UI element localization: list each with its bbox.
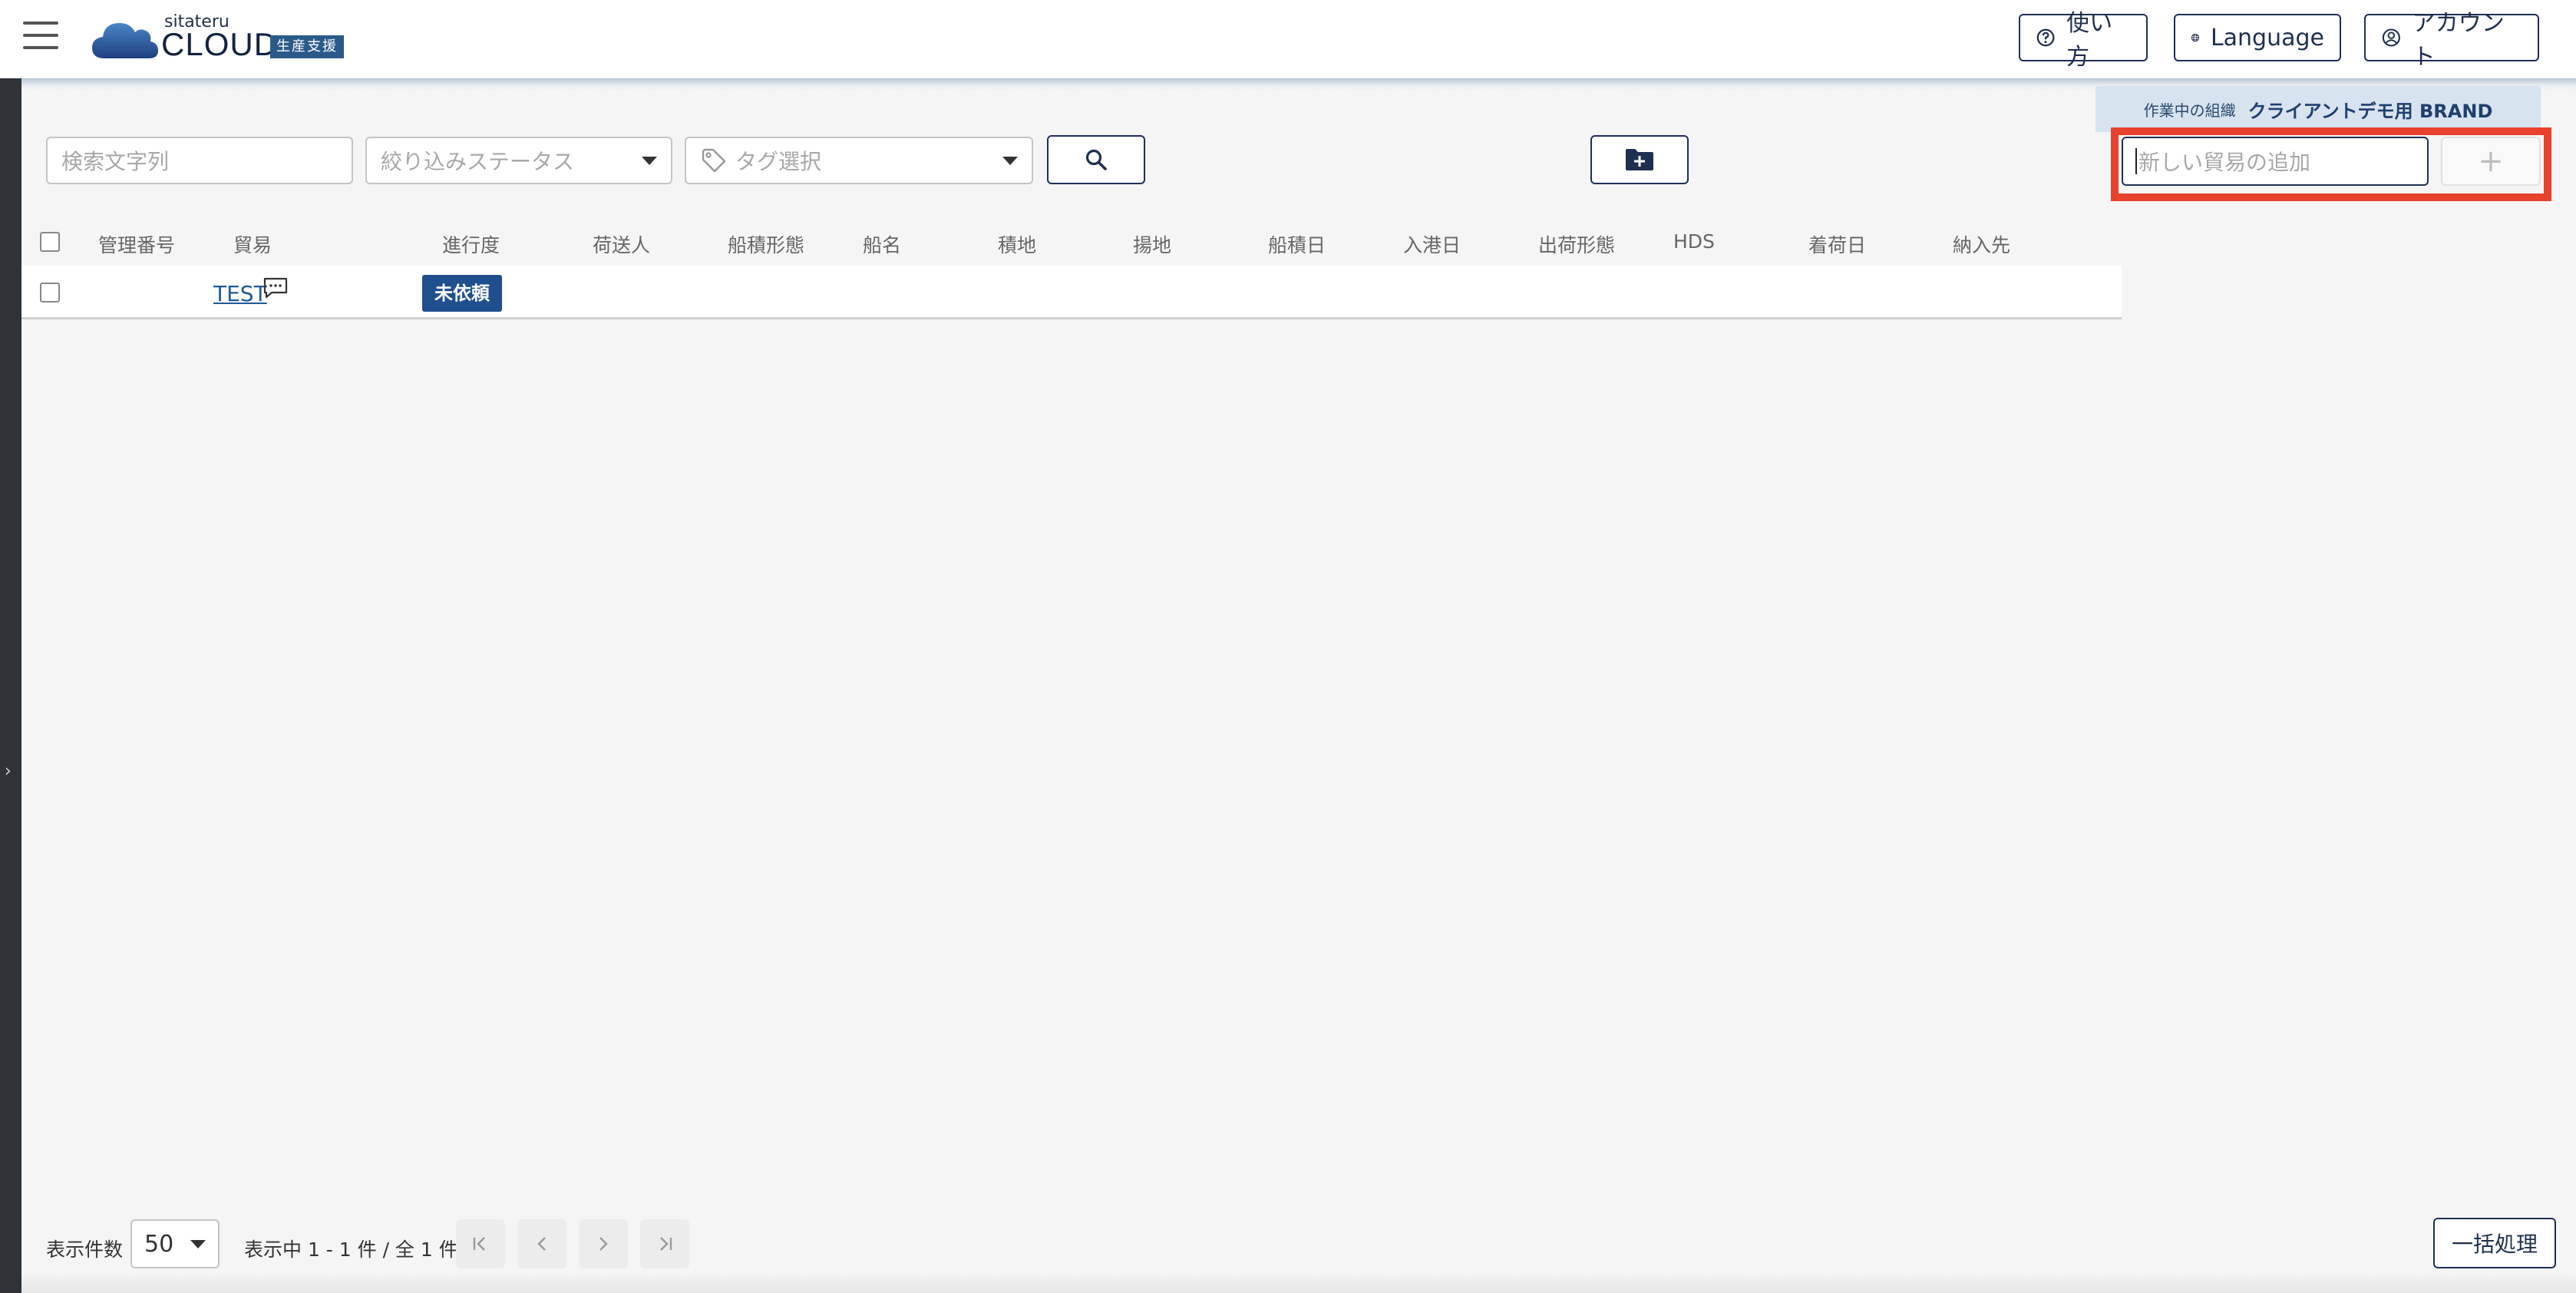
new-trade-input[interactable]: 新しい貿易の追加 <box>2122 137 2429 186</box>
caret-down-icon <box>1002 156 1018 165</box>
bulk-action-button[interactable]: 一括処理 <box>2433 1218 2556 1268</box>
col-management-number[interactable]: 管理番号 <box>98 230 175 258</box>
chevron-left-icon <box>537 1237 546 1251</box>
col-delivery-destination[interactable]: 納入先 <box>1953 230 2010 258</box>
col-shipping-date[interactable]: 船積日 <box>1268 230 1326 258</box>
add-trade-button[interactable]: + <box>2441 137 2541 186</box>
table-footer: 表示件数 50 表示中 1 - 1 件 / 全 1 件 一括処理 <box>21 1213 2576 1275</box>
comment-icon[interactable] <box>263 276 289 299</box>
trade-link[interactable]: TEST <box>213 281 267 306</box>
status-filter-select[interactable]: 絞り込みステータス <box>365 137 672 184</box>
caret-down-icon <box>642 156 657 165</box>
tag-placeholder: タグ選択 <box>735 149 822 174</box>
cloud-logo-icon <box>92 23 158 58</box>
col-hds[interactable]: HDS <box>1673 230 1715 253</box>
logo-badge: 生産支援 <box>270 35 344 58</box>
language-button[interactable]: Language <box>2174 14 2341 61</box>
search-button[interactable] <box>1047 135 1145 184</box>
previous-page-button[interactable] <box>517 1219 566 1268</box>
select-all-checkbox[interactable] <box>40 232 60 252</box>
new-trade-placeholder: 新しい貿易の追加 <box>2138 150 2311 175</box>
question-circle-icon <box>2036 28 2055 47</box>
per-page-select[interactable]: 50 <box>130 1219 220 1268</box>
collapsed-sidebar[interactable]: › <box>0 78 21 1293</box>
row-checkbox[interactable] <box>40 283 60 303</box>
app-logo[interactable]: sitateru CLOUD 生産支援 <box>91 12 352 62</box>
search-icon <box>1085 149 1107 170</box>
chevron-right-icon[interactable]: › <box>5 762 12 781</box>
col-loading-port[interactable]: 積地 <box>998 230 1036 258</box>
help-button[interactable]: 使い方 <box>2019 10 2148 71</box>
logo-main-text: CLOUD <box>161 26 279 62</box>
table-header: 管理番号 貿易 進行度 荷送人 船積形態 船名 積地 揚地 船積日 入港日 出荷… <box>21 217 2122 266</box>
last-page-icon <box>660 1237 672 1251</box>
hamburger-menu-icon[interactable] <box>23 21 58 49</box>
org-name: クライアントデモ用 BRAND <box>2247 100 2493 122</box>
last-page-button[interactable] <box>640 1219 689 1268</box>
col-received-date[interactable]: 着荷日 <box>1808 230 1866 258</box>
col-shipment-type[interactable]: 船積形態 <box>728 230 804 258</box>
status-badge: 未依頼 <box>422 275 502 312</box>
text-cursor <box>2135 148 2137 174</box>
col-discharge-port[interactable]: 揚地 <box>1133 230 1171 258</box>
status-placeholder: 絞り込みステータス <box>381 149 575 174</box>
tag-select[interactable]: タグ選択 <box>685 137 1033 184</box>
new-folder-button[interactable] <box>1590 135 1689 184</box>
tag-icon <box>702 148 726 173</box>
col-progress[interactable]: 進行度 <box>442 230 500 258</box>
search-input[interactable]: 検索文字列 <box>46 137 353 184</box>
per-page-value: 50 <box>144 1230 174 1258</box>
search-placeholder: 検索文字列 <box>61 149 170 174</box>
account-label: アカウント <box>2412 10 2505 71</box>
account-circle-icon <box>2382 28 2400 47</box>
col-delivery-type[interactable]: 出荷形態 <box>1538 230 1615 258</box>
help-label: 使い方 <box>2066 10 2113 71</box>
globe-icon <box>2191 33 2200 42</box>
caret-down-icon <box>190 1239 206 1248</box>
first-page-button[interactable] <box>456 1219 505 1268</box>
app-header: sitateru CLOUD 生産支援 使い方 Language アカウント <box>0 0 2576 78</box>
account-button[interactable]: アカウント <box>2364 10 2539 71</box>
folder-plus-icon <box>1626 149 1653 170</box>
current-organization: 作業中の組織 クライアントデモ用 BRAND <box>2095 86 2541 132</box>
language-label: Language <box>2210 24 2324 51</box>
col-vessel-name[interactable]: 船名 <box>863 230 901 258</box>
col-shipper[interactable]: 荷送人 <box>593 230 650 258</box>
col-arrival-date[interactable]: 入港日 <box>1403 230 1461 258</box>
bottom-edge <box>21 1276 2576 1293</box>
per-page-label: 表示件数 <box>46 1238 124 1261</box>
col-trade[interactable]: 貿易 <box>233 230 272 258</box>
next-page-button[interactable] <box>579 1219 628 1268</box>
first-page-icon <box>473 1237 485 1251</box>
table-row[interactable]: TEST 未依頼 <box>21 266 2122 319</box>
chevron-right-icon <box>599 1237 608 1251</box>
pagination-range: 表示中 1 - 1 件 / 全 1 件 <box>244 1238 458 1261</box>
org-label: 作業中の組織 <box>2143 101 2236 120</box>
